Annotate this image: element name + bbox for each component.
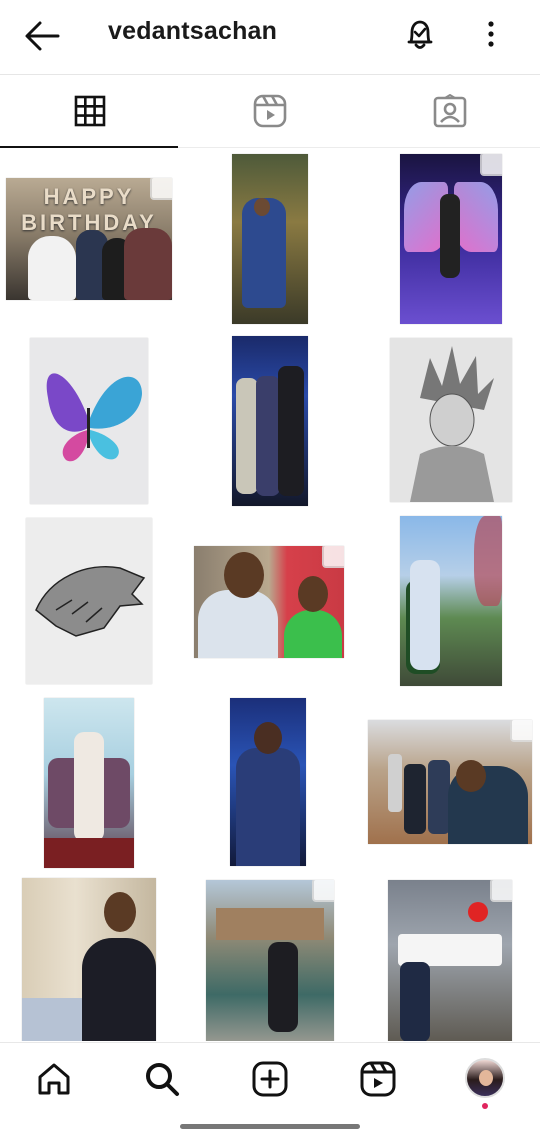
arrow-left-icon — [25, 21, 60, 51]
nav-home-button[interactable] — [32, 1057, 76, 1101]
post-tile[interactable] — [44, 698, 134, 868]
profile-username: vedantsachan — [108, 17, 278, 45]
more-options-button[interactable] — [480, 18, 502, 52]
home-icon — [38, 1063, 70, 1095]
search-icon — [146, 1063, 179, 1096]
butterfly-drawing — [46, 373, 142, 462]
more-vertical-icon — [488, 21, 494, 47]
post-tile[interactable] — [388, 880, 512, 1041]
multiple-posts-icon — [490, 880, 512, 902]
post-tile[interactable] — [232, 336, 308, 506]
post-tile[interactable]: HAPPY BIRTHDAY — [6, 178, 172, 300]
post-tile[interactable] — [26, 518, 152, 684]
notification-dot — [482, 1103, 488, 1109]
post-tile[interactable] — [194, 546, 344, 658]
goku-sketch — [410, 346, 494, 502]
multiple-posts-icon — [480, 154, 502, 176]
bell-icon — [407, 20, 433, 49]
tab-tagged[interactable] — [360, 75, 540, 147]
back-button[interactable] — [22, 18, 62, 54]
post-tile[interactable] — [22, 878, 156, 1041]
post-tile[interactable] — [30, 338, 148, 504]
post-tile[interactable] — [232, 154, 308, 324]
top-bar: vedantsachan — [0, 0, 540, 75]
nav-create-button[interactable] — [248, 1057, 292, 1101]
post-tile[interactable] — [230, 698, 306, 866]
grid-icon — [74, 95, 106, 127]
post-tile[interactable] — [390, 338, 512, 502]
post-tile[interactable] — [206, 880, 334, 1041]
wolf-sketch — [35, 566, 146, 637]
post-tile[interactable] — [368, 720, 532, 844]
home-indicator — [180, 1124, 360, 1129]
nav-reels-button[interactable] — [356, 1057, 400, 1101]
multiple-posts-icon — [510, 720, 532, 742]
reels-icon — [360, 1061, 396, 1097]
tab-posts[interactable] — [0, 75, 180, 148]
tab-reels[interactable] — [180, 75, 360, 147]
post-tile[interactable] — [400, 154, 502, 324]
notifications-button[interactable] — [402, 16, 438, 54]
avatar[interactable] — [465, 1058, 505, 1098]
posts-grid: HAPPY BIRTHDAY — [0, 148, 540, 1041]
multiple-posts-icon — [322, 546, 344, 568]
reels-icon — [253, 94, 287, 128]
post-tile[interactable] — [400, 516, 502, 686]
profile-tabs — [0, 75, 540, 148]
multiple-posts-icon — [312, 880, 334, 902]
multiple-posts-icon — [150, 178, 172, 200]
tagged-icon — [433, 94, 467, 128]
plus-square-icon — [252, 1061, 288, 1097]
nav-search-button[interactable] — [140, 1057, 184, 1101]
